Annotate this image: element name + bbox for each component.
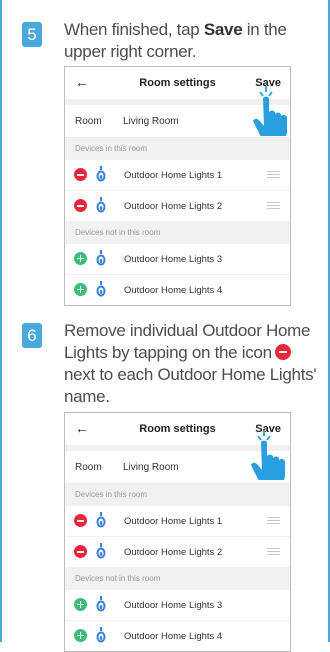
- bulb-icon: [96, 197, 106, 213]
- minus-circle-icon[interactable]: [74, 199, 87, 212]
- device-name: Outdoor Home Lights 1: [124, 516, 223, 527]
- plus-circle-icon[interactable]: [74, 252, 87, 265]
- device-row: Outdoor Home Lights 2: [65, 537, 290, 568]
- instruction-text: When finished, tap: [64, 20, 204, 39]
- device-row: Outdoor Home Lights 3: [65, 244, 290, 275]
- step-instruction: Remove individual Outdoor Home Lights by…: [64, 320, 322, 408]
- device-row: Outdoor Home Lights 4: [65, 621, 290, 651]
- plus-circle-icon[interactable]: [74, 283, 87, 296]
- tap-hand-icon: [251, 430, 285, 480]
- room-name-field[interactable]: Living Room: [123, 462, 179, 473]
- device-name: Outdoor Home Lights 2: [124, 201, 223, 212]
- minus-circle-icon[interactable]: [74, 545, 87, 558]
- room-label: Room: [75, 116, 102, 127]
- bulb-icon: [96, 166, 106, 182]
- plus-circle-icon[interactable]: [74, 629, 87, 642]
- device-row: Outdoor Home Lights 1: [65, 506, 290, 537]
- step-instruction: When finished, tap Save in the upper rig…: [64, 19, 322, 63]
- device-name: Outdoor Home Lights 2: [124, 547, 223, 558]
- device-row: Outdoor Home Lights 4: [65, 275, 290, 305]
- device-name: Outdoor Home Lights 4: [124, 285, 223, 296]
- step-number: 6: [22, 323, 42, 348]
- plus-circle-icon[interactable]: [74, 598, 87, 611]
- tap-hand-icon: [253, 86, 287, 136]
- room-name-field[interactable]: Living Room: [123, 116, 179, 127]
- section-header-not-in-room: Devices not in this room: [65, 222, 290, 244]
- device-name: Outdoor Home Lights 1: [124, 170, 223, 181]
- bulb-icon: [96, 543, 106, 559]
- room-label: Room: [75, 462, 102, 473]
- step-number: 5: [22, 22, 42, 47]
- bulb-icon: [96, 512, 106, 528]
- instruction-text-2: next to each Outdoor Home Lights' name.: [64, 365, 317, 406]
- drag-handle-icon[interactable]: [267, 517, 280, 526]
- drag-handle-icon[interactable]: [267, 548, 280, 557]
- instruction-bold: Save: [203, 20, 243, 39]
- device-name: Outdoor Home Lights 4: [124, 631, 223, 642]
- drag-handle-icon[interactable]: [267, 202, 280, 211]
- device-row: Outdoor Home Lights 1: [65, 160, 290, 191]
- step-5: 5 When finished, tap Save in the upper r…: [2, 0, 328, 310]
- section-header-not-in-room: Devices not in this room: [65, 568, 290, 590]
- minus-circle-icon[interactable]: [74, 514, 87, 527]
- bulb-icon: [96, 250, 106, 266]
- device-name: Outdoor Home Lights 3: [124, 600, 223, 611]
- instruction-text: Remove individual Outdoor Home Lights by…: [64, 321, 311, 362]
- bulb-icon: [96, 596, 106, 612]
- minus-circle-icon: [274, 344, 291, 360]
- drag-handle-icon[interactable]: [267, 171, 280, 180]
- device-row: Outdoor Home Lights 2: [65, 191, 290, 222]
- bulb-icon: [96, 627, 106, 643]
- device-row: Outdoor Home Lights 3: [65, 590, 290, 621]
- section-header-in-room: Devices in this room: [65, 484, 290, 506]
- minus-circle-icon[interactable]: [74, 168, 87, 181]
- section-header-in-room: Devices in this room: [65, 138, 290, 160]
- bulb-icon: [96, 281, 106, 297]
- device-name: Outdoor Home Lights 3: [124, 254, 223, 265]
- step-6: 6 Remove individual Outdoor Home Lights …: [2, 310, 328, 652]
